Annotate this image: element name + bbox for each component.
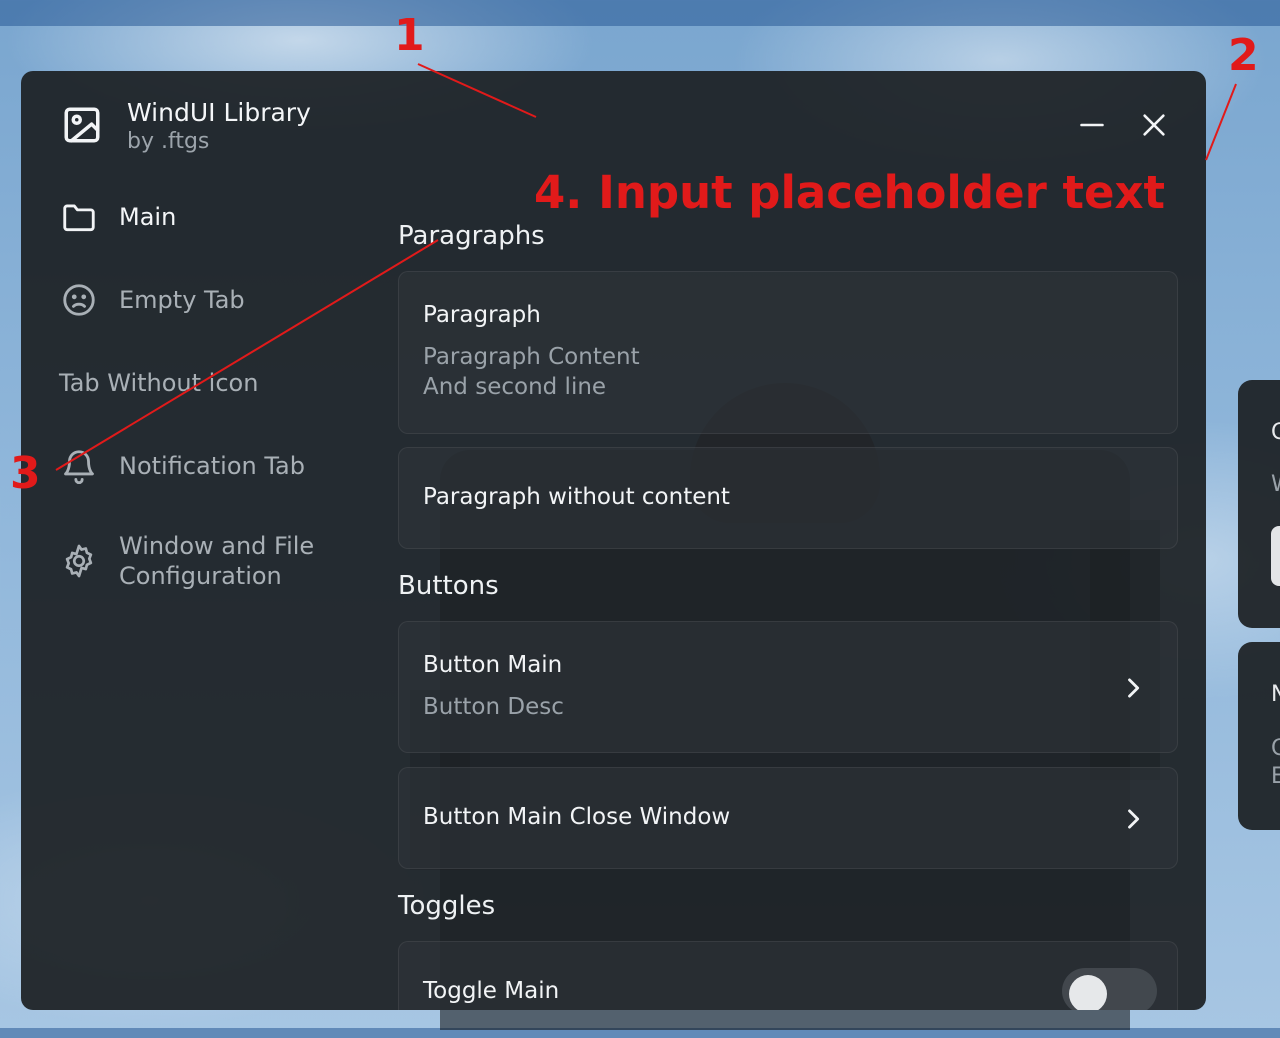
minus-icon [1080, 123, 1104, 127]
section-title-toggles: Toggles [398, 891, 496, 921]
chevron-right-icon [1128, 809, 1140, 829]
notification-card[interactable]: N C E [1238, 642, 1280, 830]
window-title: WindUI Library [127, 98, 311, 127]
annotation-1: 1 [394, 10, 425, 61]
notification-button[interactable] [1271, 526, 1280, 586]
paragraph-card: Paragraph without content [398, 447, 1178, 549]
tab-empty[interactable]: Empty Tab [59, 278, 245, 322]
notification-title: C [1271, 420, 1280, 445]
notification-content: W [1271, 472, 1280, 497]
button-main[interactable]: Button Main Button Desc [398, 621, 1178, 753]
window-header[interactable]: WindUI Library by .ftgs [21, 71, 1206, 181]
toggle-knob [1069, 975, 1107, 1010]
tab-label: Empty Tab [119, 286, 245, 314]
close-button[interactable] [1138, 109, 1170, 141]
toggle-switch[interactable] [1062, 968, 1157, 1010]
notification-content: C [1271, 736, 1280, 761]
paragraph-card: Paragraph Paragraph Content And second l… [398, 271, 1178, 434]
chevron-right-icon [1128, 678, 1140, 698]
button-main-close-window[interactable]: Button Main Close Window [398, 767, 1178, 869]
paragraph-title: Paragraph without content [423, 484, 730, 510]
paragraph-content: Paragraph Content And second line [423, 344, 640, 400]
top-frame-bar [0, 0, 1280, 26]
button-title: Button Main [423, 652, 563, 678]
close-icon [1143, 114, 1165, 136]
tab-label: Notification Tab [119, 452, 305, 480]
bell-icon [59, 446, 99, 486]
notification-card[interactable]: C W [1238, 380, 1280, 628]
tab-window-config[interactable]: Window and File Configuration [59, 526, 314, 596]
sidebar: Main Empty Tab Tab Without icon Notifica… [21, 181, 381, 1010]
bottom-frame-bar [0, 1028, 1280, 1038]
annotation-4: 4. Input placeholder text [534, 166, 1166, 219]
toggle-card: Toggle Main [398, 941, 1178, 1010]
section-title-buttons: Buttons [398, 571, 499, 601]
paragraph-title: Paragraph [423, 302, 541, 328]
annotation-2: 2 [1228, 30, 1259, 81]
section-title-paragraphs: Paragraphs [398, 221, 545, 251]
notification-title: N [1271, 682, 1280, 707]
tab-label: Tab Without icon [59, 369, 259, 397]
content-panel: Paragraphs Paragraph Paragraph Content A… [398, 181, 1178, 1010]
button-title: Button Main Close Window [423, 804, 731, 830]
image-icon [64, 107, 100, 143]
notification-content: E [1271, 764, 1280, 789]
tab-label: Main [119, 203, 177, 231]
annotation-3: 3 [10, 448, 41, 499]
button-description: Button Desc [423, 694, 564, 720]
tab-notification[interactable]: Notification Tab [59, 444, 305, 488]
tab-without-icon[interactable]: Tab Without icon [59, 361, 258, 405]
minimize-button[interactable] [1076, 109, 1108, 141]
sad-face-icon [59, 280, 99, 320]
tab-main[interactable]: Main [59, 195, 176, 239]
tab-label: Window and File Configuration [119, 532, 315, 590]
toggle-title: Toggle Main [423, 978, 560, 1004]
gear-icon [59, 541, 99, 581]
folder-icon [59, 197, 99, 237]
window-author: by .ftgs [127, 129, 210, 154]
